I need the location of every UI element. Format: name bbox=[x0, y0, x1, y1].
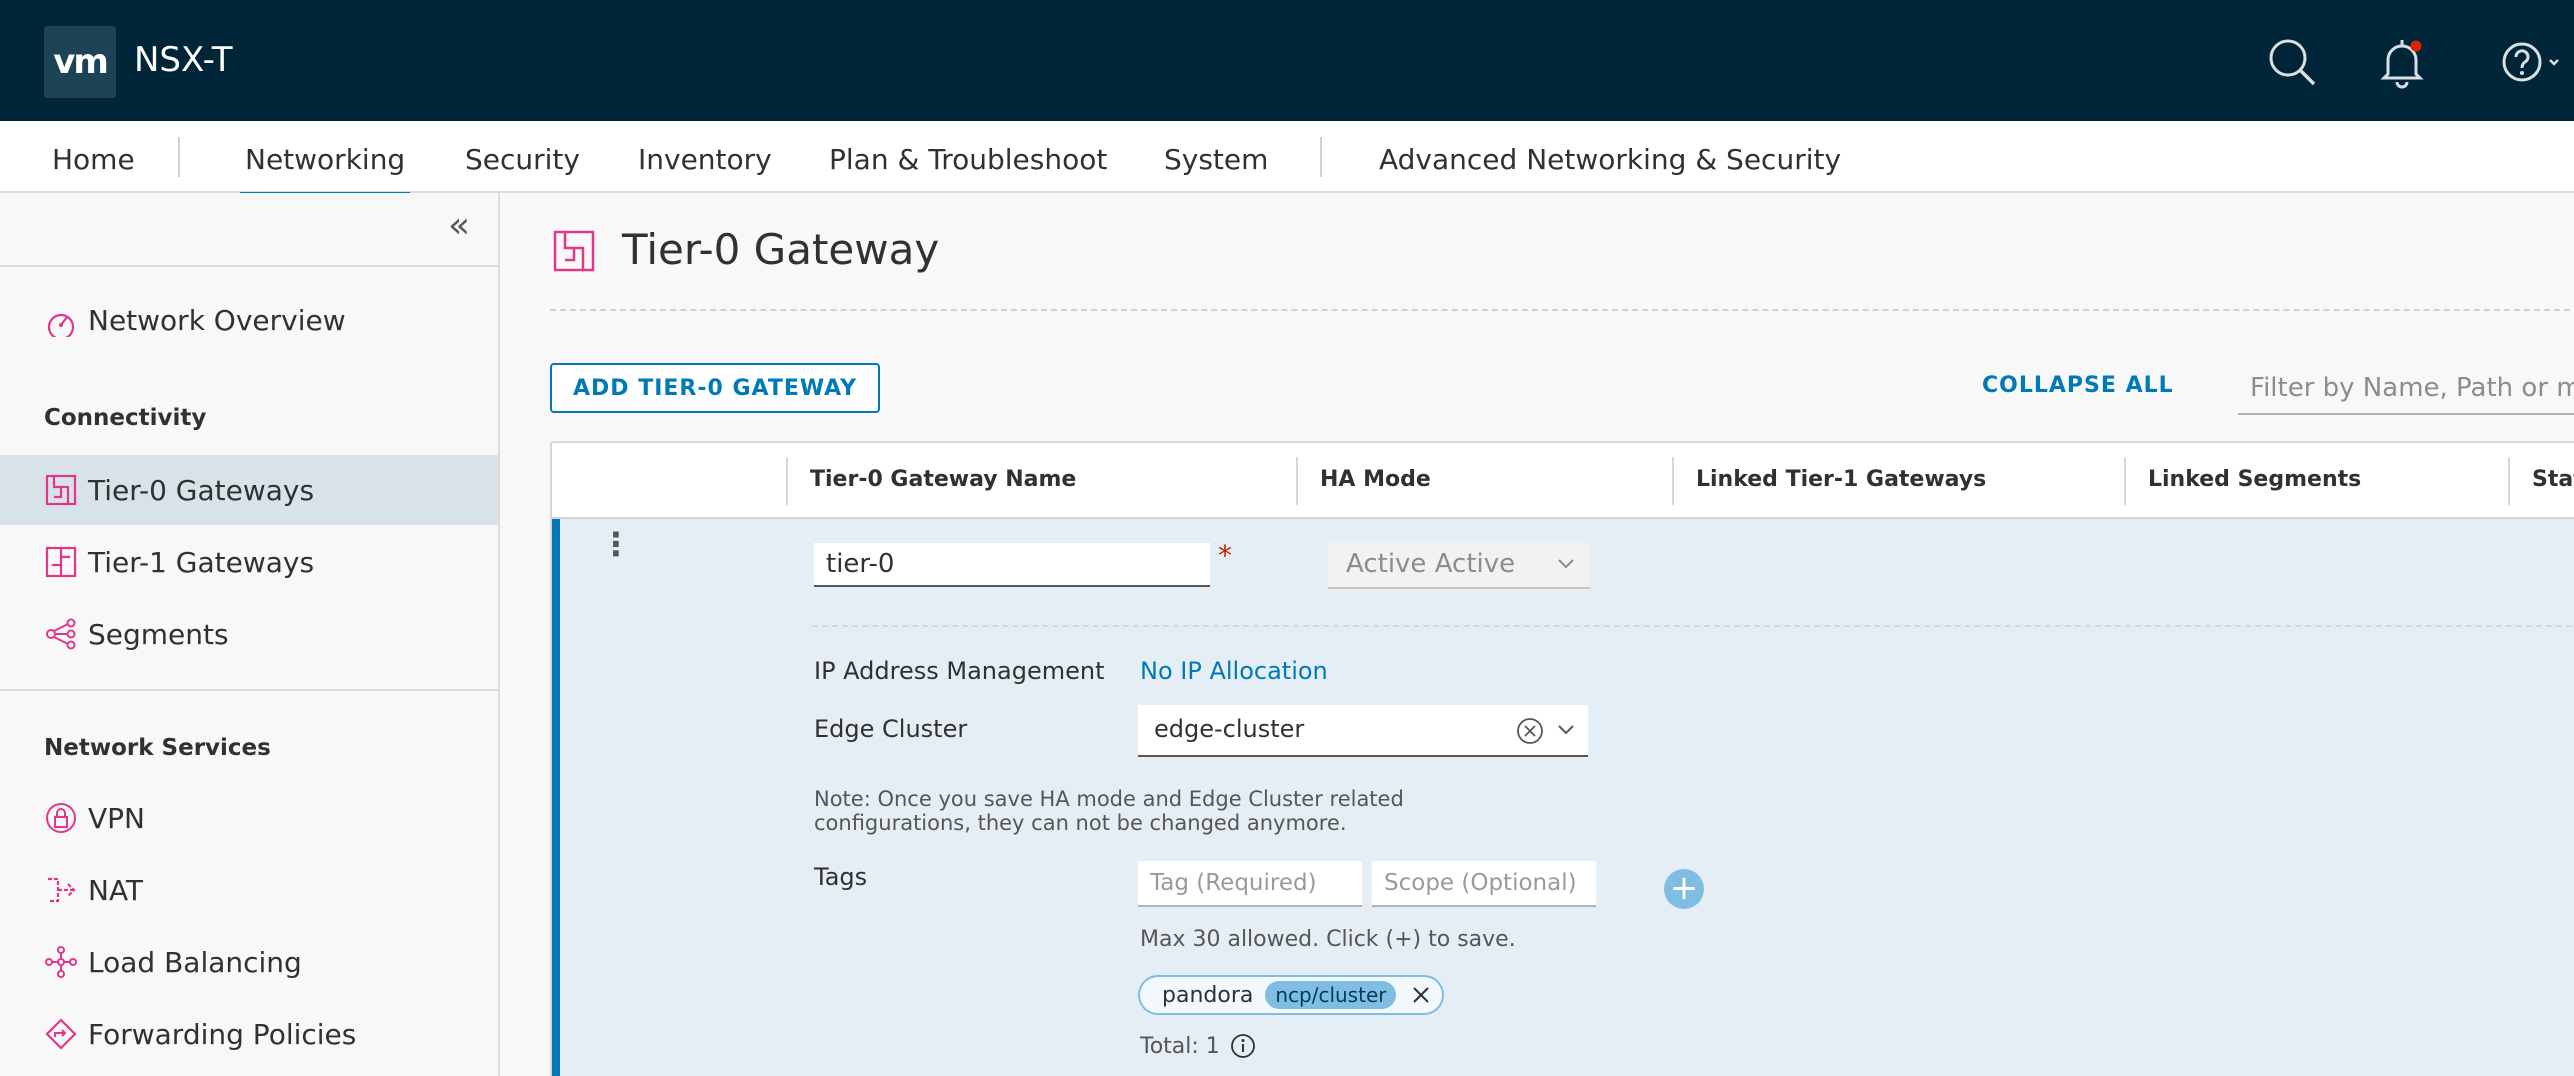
sidebar-item-nat[interactable]: NAT bbox=[0, 855, 498, 925]
ipam-link[interactable]: No IP Allocation bbox=[1140, 657, 1328, 685]
sidebar-item-segments[interactable]: Segments bbox=[0, 599, 498, 669]
product-name: NSX-T bbox=[134, 40, 233, 80]
sidebar-divider bbox=[0, 689, 498, 691]
gateway-datagrid: Tier-0 Gateway Name HA Mode Linked Tier-… bbox=[550, 441, 2574, 1076]
tier1-gateway-icon bbox=[44, 545, 78, 579]
nat-icon bbox=[44, 873, 78, 907]
grid-header: Tier-0 Gateway Name HA Mode Linked Tier-… bbox=[552, 443, 2574, 519]
sidebar-item-label: Load Balancing bbox=[88, 945, 302, 979]
sidebar-item-load-balancing[interactable]: Load Balancing bbox=[0, 927, 498, 997]
sidebar-item-tier0-gateways[interactable]: Tier-0 Gateways bbox=[0, 455, 498, 525]
filter-input[interactable] bbox=[2238, 363, 2574, 415]
row-actions-icon[interactable]: ⋮ bbox=[600, 528, 632, 560]
add-tag-button[interactable]: + bbox=[1664, 869, 1704, 909]
sidebar-divider bbox=[0, 265, 498, 267]
column-divider bbox=[2124, 457, 2126, 505]
add-tier0-gateway-button[interactable]: ADD TIER-0 GATEWAY bbox=[550, 363, 880, 413]
tags-total: Total: 1 bbox=[1140, 1033, 1256, 1059]
gateway-name-input[interactable] bbox=[814, 543, 1210, 587]
tags-total-text: Total: 1 bbox=[1140, 1033, 1220, 1059]
tab-system[interactable]: System bbox=[1164, 143, 1268, 176]
bell-icon[interactable] bbox=[2374, 34, 2430, 90]
tab-security[interactable]: Security bbox=[465, 143, 580, 176]
help-icon[interactable] bbox=[2494, 34, 2568, 90]
tag-chip-scope: ncp/cluster bbox=[1265, 981, 1397, 1009]
column-header-linked-tier1[interactable]: Linked Tier-1 Gateways bbox=[1696, 467, 1986, 492]
ha-note: Note: Once you save HA mode and Edge Clu… bbox=[814, 787, 1404, 835]
main-nav: Home Networking Security Inventory Plan … bbox=[0, 121, 2574, 197]
ipam-label: IP Address Management bbox=[814, 657, 1105, 685]
tags-hint: Max 30 allowed. Click (+) to save. bbox=[1140, 927, 1516, 952]
clear-icon[interactable] bbox=[1516, 717, 1544, 745]
tab-advanced-networking-security[interactable]: Advanced Networking & Security bbox=[1379, 143, 1841, 176]
column-header-name[interactable]: Tier-0 Gateway Name bbox=[810, 467, 1076, 492]
tab-inventory[interactable]: Inventory bbox=[638, 143, 772, 176]
notification-dot bbox=[2410, 40, 2422, 52]
tag-input[interactable] bbox=[1138, 861, 1362, 907]
edge-cluster-value: edge-cluster bbox=[1154, 715, 1305, 743]
sidebar-item-label: NAT bbox=[88, 873, 144, 907]
tier0-gateway-icon bbox=[44, 473, 78, 507]
column-divider bbox=[786, 457, 788, 505]
ha-mode-value: Active Active bbox=[1346, 549, 1516, 579]
edge-cluster-label: Edge Cluster bbox=[814, 715, 968, 743]
required-marker: * bbox=[1218, 539, 1232, 572]
column-divider bbox=[1296, 457, 1298, 505]
column-divider bbox=[1672, 457, 1674, 505]
nav-divider bbox=[1320, 137, 1322, 177]
top-header: vm NSX-T bbox=[0, 0, 2574, 121]
sidebar-item-label: Tier-0 Gateways bbox=[88, 473, 315, 507]
vpn-icon bbox=[44, 801, 78, 835]
ha-mode-select[interactable]: Active Active bbox=[1328, 543, 1590, 589]
column-header-ha-mode[interactable]: HA Mode bbox=[1320, 467, 1431, 492]
edge-cluster-select[interactable]: edge-cluster bbox=[1138, 705, 1588, 757]
gauge-icon bbox=[44, 303, 78, 337]
column-divider bbox=[2508, 457, 2510, 505]
sidebar-item-network-overview[interactable]: Network Overview bbox=[0, 285, 498, 355]
sidebar-item-forwarding-policies[interactable]: Forwarding Policies bbox=[0, 999, 498, 1069]
chevron-down-icon[interactable] bbox=[1554, 717, 1578, 741]
section-heading-network-services: Network Services bbox=[44, 735, 271, 761]
sidebar-item-label: Network Overview bbox=[88, 303, 346, 337]
sidebar-item-label: Tier-1 Gateways bbox=[88, 545, 315, 579]
search-icon[interactable] bbox=[2264, 34, 2320, 90]
tag-chip-tag: pandora bbox=[1162, 982, 1254, 1008]
close-icon[interactable] bbox=[1410, 984, 1432, 1006]
forwarding-policy-icon bbox=[44, 1017, 78, 1051]
sidebar-item-label: VPN bbox=[88, 801, 145, 835]
tags-label: Tags bbox=[814, 863, 868, 891]
tab-plan-troubleshoot[interactable]: Plan & Troubleshoot bbox=[829, 143, 1107, 176]
nav-divider bbox=[178, 137, 180, 177]
sidebar-item-tier1-gateways[interactable]: Tier-1 Gateways bbox=[0, 527, 498, 597]
tier0-gateway-icon bbox=[552, 229, 596, 273]
column-header-linked-segments[interactable]: Linked Segments bbox=[2148, 467, 2361, 492]
section-heading-connectivity: Connectivity bbox=[44, 405, 207, 431]
chevron-down-icon bbox=[1558, 559, 1574, 569]
row-divider bbox=[812, 625, 2574, 627]
segments-icon bbox=[44, 617, 78, 651]
sidebar-item-label: Segments bbox=[88, 617, 229, 651]
vmware-logo[interactable]: vm bbox=[44, 26, 116, 98]
collapse-all-button[interactable]: COLLAPSE ALL bbox=[1982, 373, 2174, 398]
tab-home[interactable]: Home bbox=[52, 143, 135, 176]
tab-networking[interactable]: Networking bbox=[239, 143, 411, 197]
info-icon[interactable] bbox=[1230, 1033, 1256, 1059]
main-content: Tier-0 Gateway ADD TIER-0 GATEWAY COLLAP… bbox=[502, 193, 2574, 1076]
scope-input[interactable] bbox=[1372, 861, 1596, 907]
sidebar: « Network Overview Connectivity Tier-0 G… bbox=[0, 193, 500, 1076]
tag-chip: pandora ncp/cluster bbox=[1138, 975, 1445, 1015]
page-title: Tier-0 Gateway bbox=[622, 225, 940, 274]
expanded-gateway-row: ⋮ * Active Active IP Address Management … bbox=[552, 519, 2574, 1076]
column-header-status[interactable]: Status bbox=[2532, 467, 2574, 492]
load-balancer-icon bbox=[44, 945, 78, 979]
sidebar-item-label: Forwarding Policies bbox=[88, 1017, 357, 1051]
collapse-sidebar-icon[interactable]: « bbox=[448, 208, 482, 245]
title-divider bbox=[550, 309, 2574, 311]
sidebar-item-vpn[interactable]: VPN bbox=[0, 783, 498, 853]
